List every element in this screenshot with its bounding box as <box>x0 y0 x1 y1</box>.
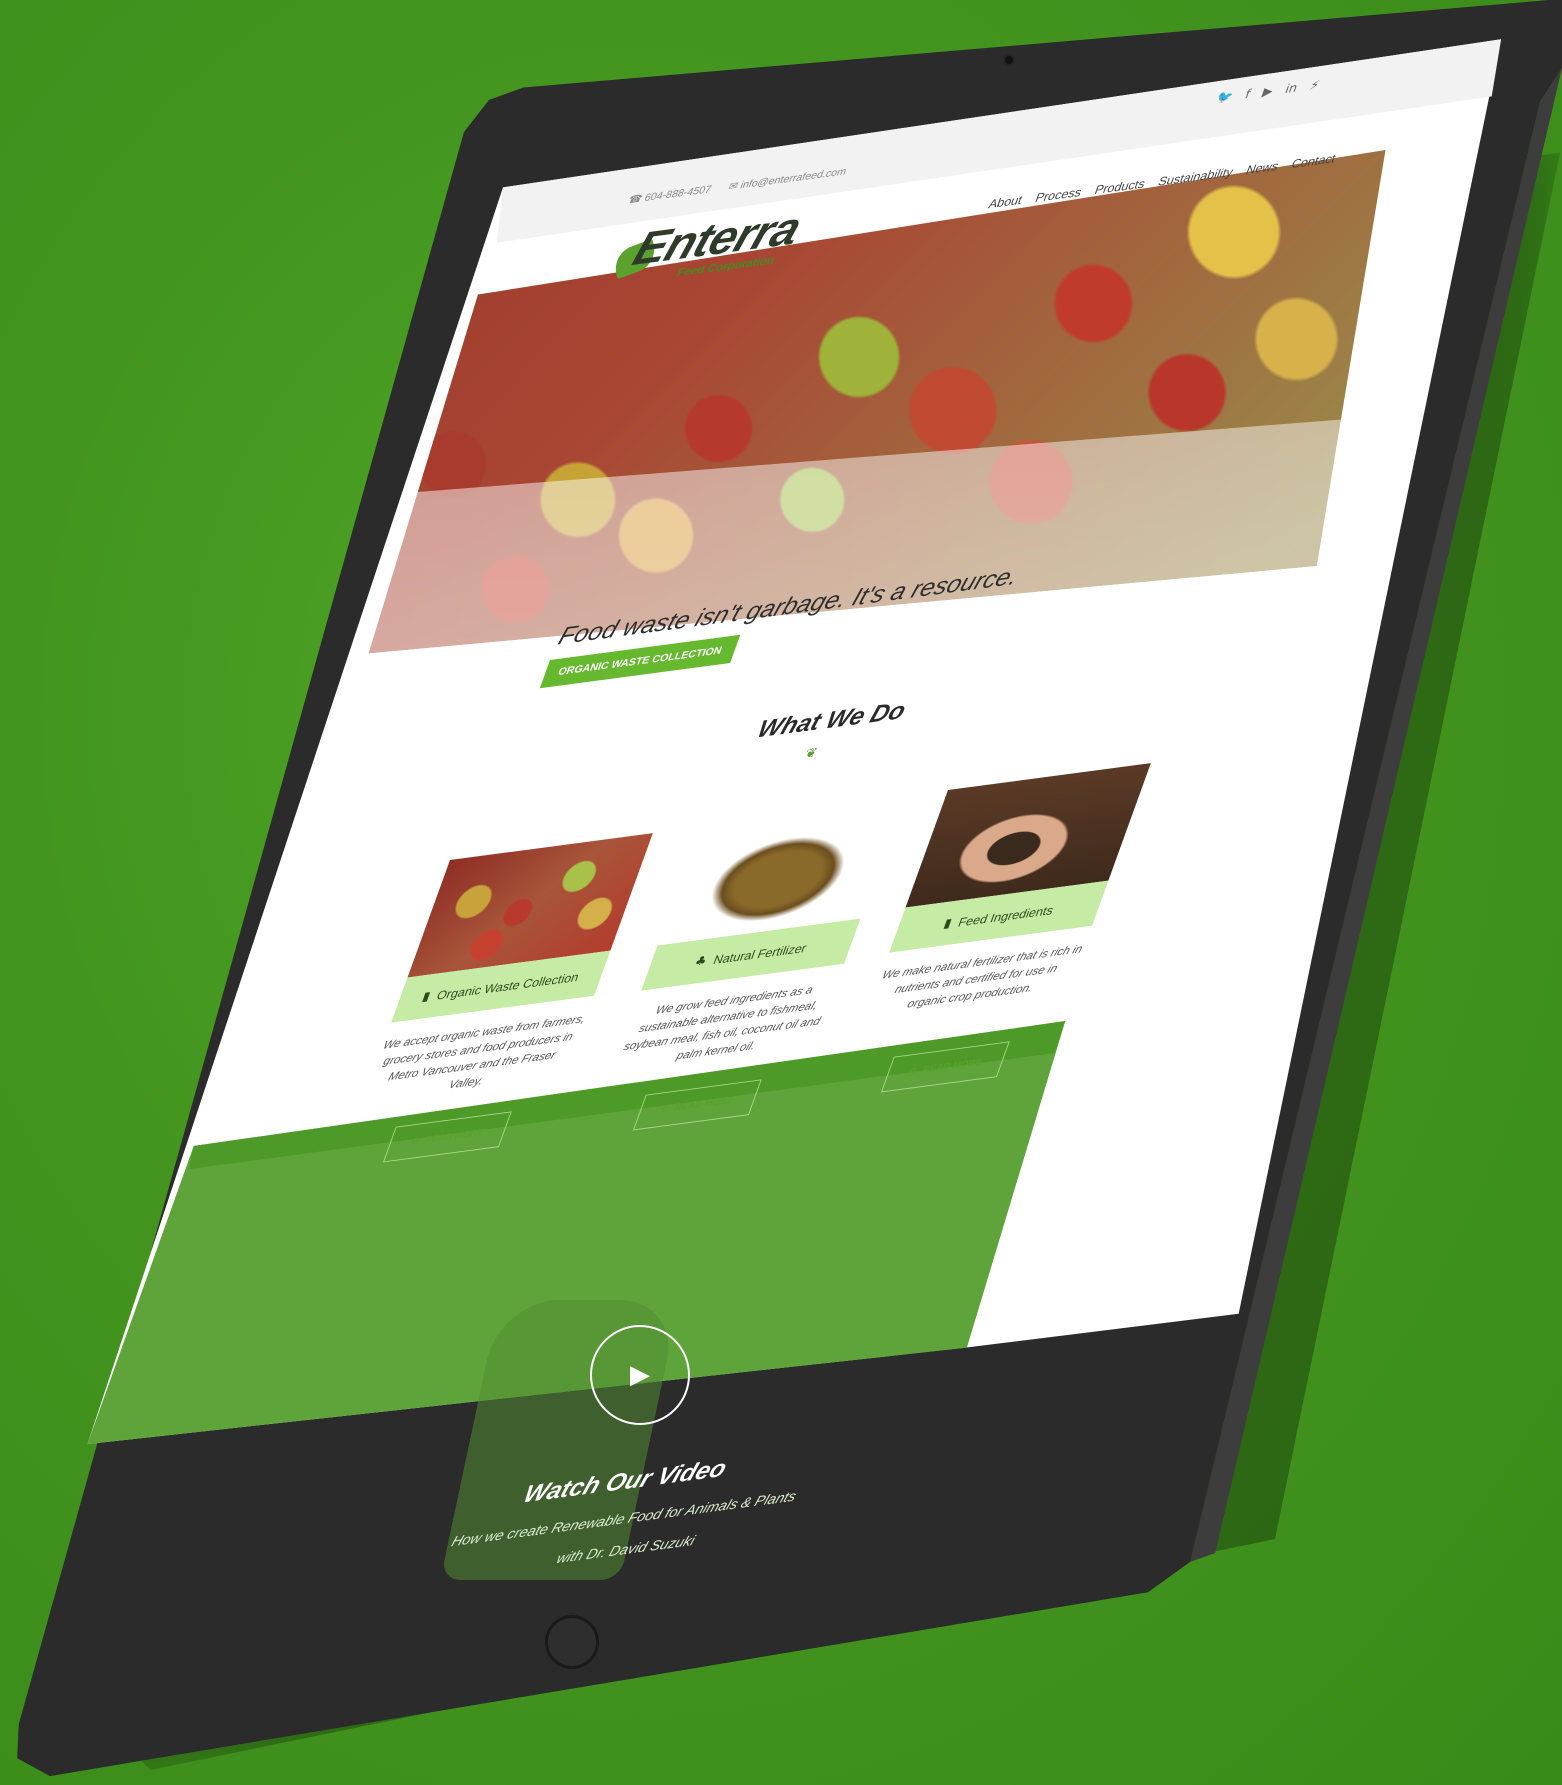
circle-minus-icon: ⊖ <box>906 1065 919 1077</box>
linkedin-icon[interactable]: in <box>1283 81 1300 97</box>
bin-icon: ▮ <box>420 988 433 1004</box>
sprout-icon: ♣ <box>692 953 710 970</box>
read-more-label: READ MORE <box>422 1126 486 1146</box>
nav-about[interactable]: About <box>987 193 1025 211</box>
bag-icon: ▮ <box>941 915 954 931</box>
camera-icon <box>1005 56 1013 64</box>
read-more-label: READ MORE <box>920 1056 984 1076</box>
card-label-text: Organic Waste Collection <box>434 969 582 1003</box>
card-label-text: Natural Fertilizer <box>711 940 809 967</box>
facebook-icon[interactable]: f <box>1243 88 1253 103</box>
play-button[interactable]: ▶ <box>590 1325 690 1425</box>
rss-icon[interactable]: ⚡ <box>1307 78 1321 93</box>
nav-news[interactable]: News <box>1244 159 1281 177</box>
read-more-label: READ MORE <box>672 1094 736 1114</box>
youtube-icon[interactable]: ▶ <box>1260 84 1275 99</box>
circle-minus-icon: ⊖ <box>658 1103 671 1115</box>
card-label-text: Feed Ingredients <box>956 902 1056 929</box>
circle-minus-icon: ⊖ <box>408 1135 421 1147</box>
tablet-device: ☎ 604-888-4507 ✉ info@enterrafeed.com 🐦 … <box>0 0 1562 1785</box>
play-icon: ▶ <box>630 1360 650 1390</box>
